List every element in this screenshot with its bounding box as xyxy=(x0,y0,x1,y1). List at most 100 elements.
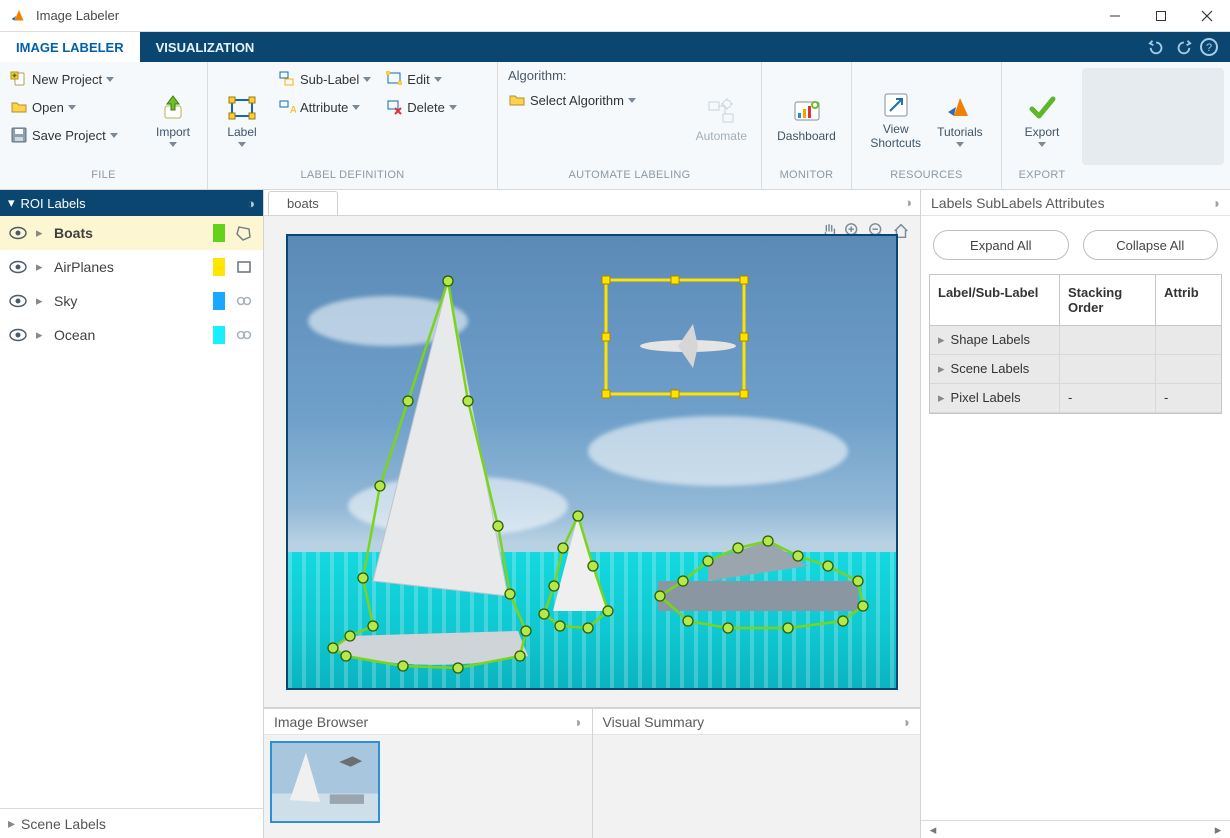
expand-all-label: Expand All xyxy=(970,238,1031,253)
tutorials-button[interactable]: Tutorials xyxy=(929,66,991,169)
visibility-eye-icon[interactable] xyxy=(8,226,28,240)
export-label: Export xyxy=(1025,126,1060,139)
bottom-panels: Image Browser ◑ Visual Summary ◑ xyxy=(264,708,920,838)
roi-item-sky[interactable]: ▸Sky xyxy=(0,284,263,318)
cell-label: ▸Shape Labels xyxy=(930,326,1060,354)
save-icon xyxy=(10,126,28,144)
scene-labels-title: Scene Labels xyxy=(21,816,106,832)
dashboard-button[interactable]: Dashboard xyxy=(769,66,844,169)
ribbon-scrollbar[interactable] xyxy=(1082,68,1224,165)
scroll-left-icon[interactable]: ◂ xyxy=(925,823,941,837)
maximize-button[interactable] xyxy=(1138,0,1184,32)
table-row[interactable]: ▸Shape Labels xyxy=(930,326,1221,355)
col-label: Label/Sub-Label xyxy=(930,275,1060,325)
center-pane: boats ◑ xyxy=(264,190,920,838)
window-title: Image Labeler xyxy=(36,8,1092,23)
color-swatch xyxy=(213,292,225,310)
delete-rect-icon xyxy=(385,98,403,116)
folder-icon xyxy=(508,91,526,109)
tab-visualization[interactable]: VISUALIZATION xyxy=(140,32,271,62)
dropdown-caret-icon xyxy=(1038,142,1046,147)
panel-options-icon[interactable]: ◑ xyxy=(573,714,581,730)
titlebar: Image Labeler xyxy=(0,0,1230,32)
delete-button[interactable]: Delete xyxy=(381,94,461,120)
tab-image-labeler[interactable]: IMAGE LABELER xyxy=(0,32,140,62)
shortcuts-button[interactable]: View Shortcuts xyxy=(862,66,929,169)
minimize-button[interactable] xyxy=(1092,0,1138,32)
new-project-label: New Project xyxy=(32,72,102,87)
image-browser-header[interactable]: Image Browser ◑ xyxy=(264,709,592,735)
panel-options-icon[interactable]: ◑ xyxy=(1212,195,1220,211)
save-project-button[interactable]: Save Project xyxy=(6,122,145,148)
visual-summary-body xyxy=(593,735,921,838)
color-swatch xyxy=(213,224,225,242)
roi-item-ocean[interactable]: ▸Ocean xyxy=(0,318,263,352)
canvas-area[interactable] xyxy=(264,216,920,708)
toolstrip-tabs: IMAGE LABELER VISUALIZATION ? xyxy=(0,32,1230,62)
panel-options-icon[interactable]: ◑ xyxy=(902,714,910,730)
table-row[interactable]: ▸Pixel Labels-- xyxy=(930,384,1221,413)
visibility-eye-icon[interactable] xyxy=(8,260,28,274)
ribbon-caption-monitor: MONITOR xyxy=(762,169,851,189)
panel-collapse-icon[interactable]: ◑ xyxy=(247,196,255,211)
chevron-right-icon: ▸ xyxy=(36,259,46,275)
label-btn-label: Label xyxy=(227,126,256,139)
roi-labels-header[interactable]: ▾ ROI Labels ◑ xyxy=(0,190,263,216)
ribbon-caption-file: FILE xyxy=(0,169,207,189)
visibility-eye-icon[interactable] xyxy=(8,328,28,342)
col-stacking-order: Stacking Order xyxy=(1060,275,1156,325)
tab-options-icon[interactable]: ◑ xyxy=(904,195,912,210)
right-pane: Labels SubLabels Attributes ◑ Expand All… xyxy=(920,190,1230,838)
redo-icon[interactable] xyxy=(1174,39,1192,55)
import-button[interactable]: Import xyxy=(145,66,201,169)
sublabel-button[interactable]: Sub-Label xyxy=(274,66,375,92)
open-button[interactable]: Open xyxy=(6,94,145,120)
attribute-button[interactable]: A Attribute xyxy=(274,94,375,120)
visibility-eye-icon[interactable] xyxy=(8,294,28,308)
collapse-all-button[interactable]: Collapse All xyxy=(1083,230,1219,260)
dashboard-icon xyxy=(791,96,823,128)
roi-item-airplanes[interactable]: ▸ AirPlanes xyxy=(0,250,263,284)
airplane-rect-handles[interactable] xyxy=(602,276,748,398)
roi-item-boats[interactable]: ▸Boats xyxy=(0,216,263,250)
color-swatch xyxy=(213,258,225,276)
help-icon[interactable]: ? xyxy=(1200,38,1218,56)
label-overlays[interactable] xyxy=(288,236,898,690)
sublabel-icon xyxy=(278,70,296,88)
close-button[interactable] xyxy=(1184,0,1230,32)
ribbon-caption-labeldef: LABEL DEFINITION xyxy=(208,169,497,189)
expand-all-button[interactable]: Expand All xyxy=(933,230,1069,260)
export-button[interactable]: Export xyxy=(1014,66,1070,169)
label-button[interactable]: Label xyxy=(214,66,270,169)
dashboard-label: Dashboard xyxy=(777,130,836,143)
label-rect-icon xyxy=(226,92,258,124)
attribute-icon: A xyxy=(278,98,296,116)
roi-labels-list: ▸Boats ▸ AirPlanes ▸Sky▸Ocean xyxy=(0,216,263,808)
select-algorithm-button[interactable]: Select Algorithm xyxy=(504,87,688,113)
dropdown-caret-icon xyxy=(434,77,442,82)
scene-labels-header[interactable]: ▸ Scene Labels xyxy=(0,808,263,838)
roi-item-label: AirPlanes xyxy=(54,259,205,275)
scroll-right-icon[interactable]: ▸ xyxy=(1210,823,1226,837)
edit-button[interactable]: Edit xyxy=(381,66,461,92)
attributes-header[interactable]: Labels SubLabels Attributes ◑ xyxy=(921,190,1230,216)
thumbnail[interactable] xyxy=(270,741,380,823)
open-label: Open xyxy=(32,100,64,115)
image-canvas[interactable] xyxy=(286,234,898,690)
attributes-table: Label/Sub-Label Stacking Order Attrib ▸S… xyxy=(929,274,1222,414)
roi-labels-title: ROI Labels xyxy=(21,196,86,211)
dropdown-caret-icon xyxy=(106,77,114,82)
new-project-button[interactable]: New Project xyxy=(6,66,145,92)
select-algorithm-label: Select Algorithm xyxy=(530,93,624,108)
visual-summary-title: Visual Summary xyxy=(603,714,705,730)
image-browser-thumbs[interactable] xyxy=(264,735,592,838)
image-tab-label: boats xyxy=(287,196,319,211)
svg-text:A: A xyxy=(290,105,296,116)
visual-summary-header[interactable]: Visual Summary ◑ xyxy=(593,709,921,735)
image-tab[interactable]: boats xyxy=(268,191,338,215)
table-row[interactable]: ▸Scene Labels xyxy=(930,355,1221,384)
edit-label: Edit xyxy=(407,72,429,87)
right-scrollbar[interactable]: ◂ ▸ xyxy=(921,820,1230,838)
image-tab-bar: boats ◑ xyxy=(264,190,920,216)
undo-icon[interactable] xyxy=(1148,39,1166,55)
